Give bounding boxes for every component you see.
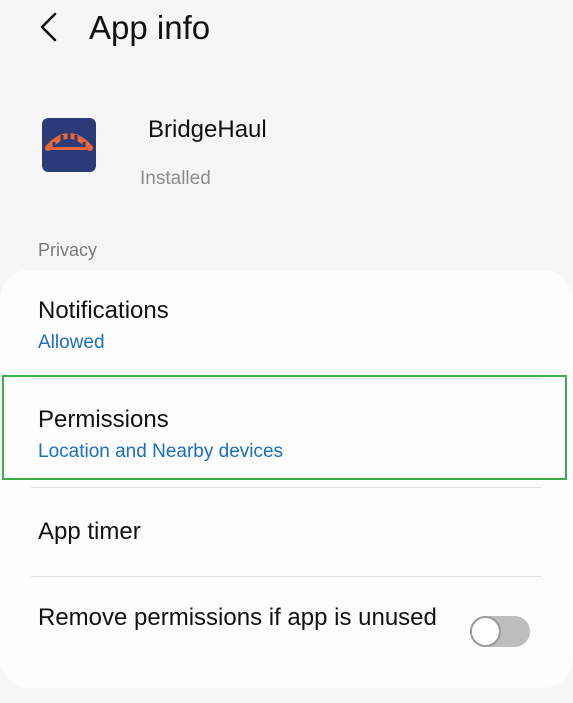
app-name: BridgeHaul (148, 116, 267, 143)
remove-permissions-toggle[interactable] (470, 616, 530, 647)
row-subtitle: Allowed (38, 332, 105, 353)
back-button[interactable] (28, 8, 68, 48)
page-title: App info (89, 9, 211, 46)
app-status: Installed (140, 168, 211, 189)
divider (31, 576, 541, 577)
notifications-row[interactable]: Notifications Allowed (0, 270, 573, 374)
row-title: Permissions (38, 406, 169, 433)
app-timer-row[interactable]: App timer (0, 489, 573, 575)
section-label-privacy: Privacy (38, 240, 98, 260)
row-subtitle: Location and Nearby devices (38, 441, 284, 462)
toggle-knob (470, 616, 501, 647)
divider (31, 378, 541, 379)
divider (31, 487, 541, 488)
row-title: App timer (38, 518, 141, 545)
row-title: Notifications (38, 297, 169, 324)
row-title: Remove permissions if app is unused (38, 604, 437, 631)
bridge-icon (42, 118, 96, 172)
header: App info (0, 0, 573, 60)
chevron-left-icon (40, 12, 57, 42)
permissions-row[interactable]: Permissions Location and Nearby devices (0, 380, 573, 484)
